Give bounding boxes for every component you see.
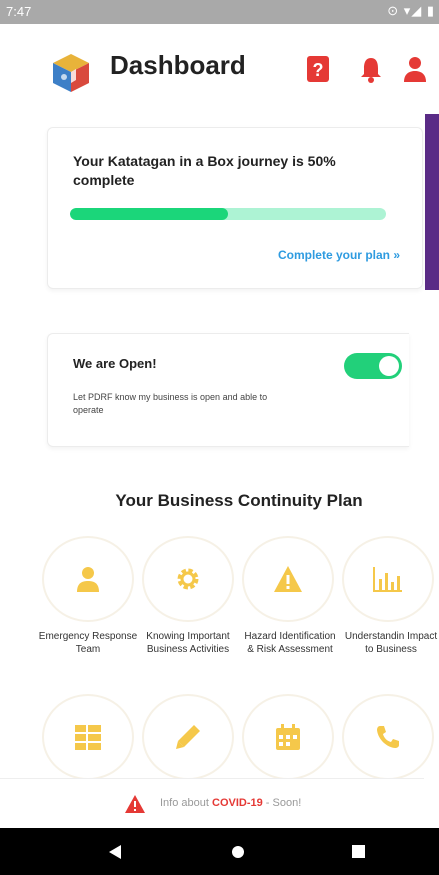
- status-bar: 7:47 ⊙ ▾◢ ▮: [0, 0, 439, 24]
- open-toggle[interactable]: [344, 353, 402, 379]
- covid-info-text: Info about COVID-19 - Soon!: [160, 797, 301, 809]
- back-icon[interactable]: [108, 844, 122, 860]
- covid-text-suffix: - Soon!: [262, 797, 302, 809]
- side-panel-strip[interactable]: [425, 114, 439, 290]
- bell-icon[interactable]: [358, 54, 384, 84]
- calendar-icon: [276, 724, 300, 750]
- plan-item-hazard-identification[interactable]: [242, 536, 334, 622]
- plan-item-6[interactable]: [142, 694, 234, 780]
- app-header: Dashboard ?: [0, 24, 439, 110]
- status-icons: ⊙ ▾◢ ▮: [387, 3, 435, 18]
- business-open-card: We are Open! Let PDRF know my business i…: [47, 333, 409, 447]
- plan-section-title: Your Business Continuity Plan: [115, 491, 363, 510]
- toggle-knob[interactable]: [379, 356, 399, 376]
- gear-icon: [177, 568, 199, 590]
- plan-item-7[interactable]: [242, 694, 334, 780]
- server-icon: [75, 725, 101, 750]
- phone-icon: [377, 726, 399, 748]
- complete-plan-link[interactable]: Complete your plan »: [278, 248, 400, 262]
- covid-info-bar[interactable]: Info about COVID-19 - Soon!: [0, 778, 424, 828]
- status-time: 7:47: [6, 4, 32, 19]
- progress-track: [70, 208, 386, 220]
- open-title: We are Open!: [73, 356, 157, 371]
- home-icon[interactable]: [231, 845, 245, 859]
- system-nav-bar: [0, 828, 439, 875]
- plan-item-label: Hazard Identification & Risk Assessment: [244, 631, 336, 655]
- covid-text-prefix: Info about: [160, 797, 212, 809]
- plan-item-business-activities[interactable]: [142, 536, 234, 622]
- plan-item-8[interactable]: [342, 694, 434, 780]
- recents-icon[interactable]: [352, 845, 365, 858]
- app-logo-icon: [53, 54, 89, 92]
- plan-item-label: Emergency Response Team: [38, 631, 138, 655]
- journey-progress-card: Your Katatagan in a Box journey is 50% c…: [47, 127, 423, 289]
- plan-item-5[interactable]: [42, 694, 134, 780]
- pencil-icon: [176, 725, 200, 749]
- bar-chart-icon: [373, 567, 402, 592]
- progress-fill: [70, 208, 228, 220]
- plan-item-label: Understandin Impact to Business: [344, 631, 438, 655]
- help-icon[interactable]: ?: [305, 54, 331, 84]
- user-icon[interactable]: [402, 54, 428, 84]
- plan-item-impact-to-business[interactable]: [342, 536, 434, 622]
- progress-title: Your Katatagan in a Box journey is 50% c…: [73, 153, 336, 188]
- warning-icon: [274, 566, 302, 592]
- person-icon: [77, 567, 99, 592]
- plan-item-label: Knowing Important Business Activities: [146, 631, 230, 655]
- covid-highlight[interactable]: COVID-19: [212, 797, 263, 809]
- page-title: Dashboard: [110, 50, 246, 80]
- svg-text:?: ?: [313, 60, 324, 80]
- open-description: Let PDRF know my business is open and ab…: [73, 392, 268, 415]
- plan-item-emergency-response[interactable]: [42, 536, 134, 622]
- warning-icon: [125, 795, 145, 813]
